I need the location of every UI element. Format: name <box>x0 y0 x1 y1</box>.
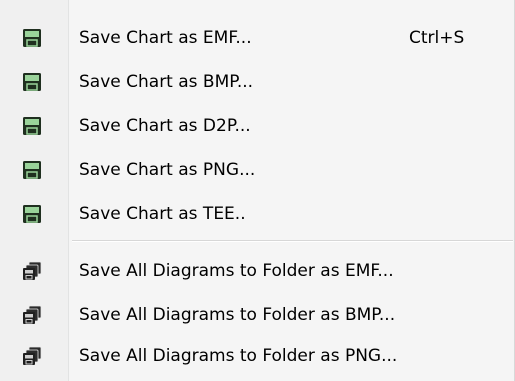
menu-item-label: Save Chart as D2P... <box>79 116 251 136</box>
context-menu: Save Chart as EMF... Ctrl+S Save Chart a… <box>0 0 515 381</box>
menu-item-label: Save All Diagrams to Folder as BMP... <box>79 305 396 325</box>
menu-item-label: Save Chart as EMF... <box>79 28 252 48</box>
menu-item-label: Save Chart as PNG... <box>79 160 256 180</box>
floppy-disk-icon <box>22 160 42 180</box>
menu-separator-highlight <box>72 241 513 242</box>
menu-item-save-chart-tee[interactable]: Save Chart as TEE.. <box>0 194 515 234</box>
menu-item-label: Save Chart as TEE.. <box>79 204 246 224</box>
menu-item-save-all-diagrams-bmp[interactable]: Save All Diagrams to Folder as BMP... <box>0 295 515 335</box>
menu-item-save-chart-bmp[interactable]: Save Chart as BMP... <box>0 62 515 102</box>
menu-item-save-chart-png[interactable]: Save Chart as PNG... <box>0 150 515 190</box>
menu-item-shortcut: Ctrl+S <box>409 28 465 48</box>
multiple-floppy-disks-icon <box>22 346 42 366</box>
multiple-floppy-disks-icon <box>22 305 42 325</box>
multiple-floppy-disks-icon <box>22 261 42 281</box>
floppy-disk-icon <box>22 28 42 48</box>
menu-item-label: Save All Diagrams to Folder as PNG... <box>79 346 398 366</box>
menu-item-save-chart-d2p[interactable]: Save Chart as D2P... <box>0 106 515 146</box>
menu-item-label: Save Chart as BMP... <box>79 72 254 92</box>
floppy-disk-icon <box>22 72 42 92</box>
menu-item-save-all-diagrams-emf[interactable]: Save All Diagrams to Folder as EMF... <box>0 251 515 291</box>
menu-item-save-all-diagrams-png[interactable]: Save All Diagrams to Folder as PNG... <box>0 336 515 376</box>
menu-item-save-chart-emf[interactable]: Save Chart as EMF... Ctrl+S <box>0 18 515 58</box>
menu-item-label: Save All Diagrams to Folder as EMF... <box>79 261 394 281</box>
floppy-disk-icon <box>22 204 42 224</box>
floppy-disk-icon <box>22 116 42 136</box>
